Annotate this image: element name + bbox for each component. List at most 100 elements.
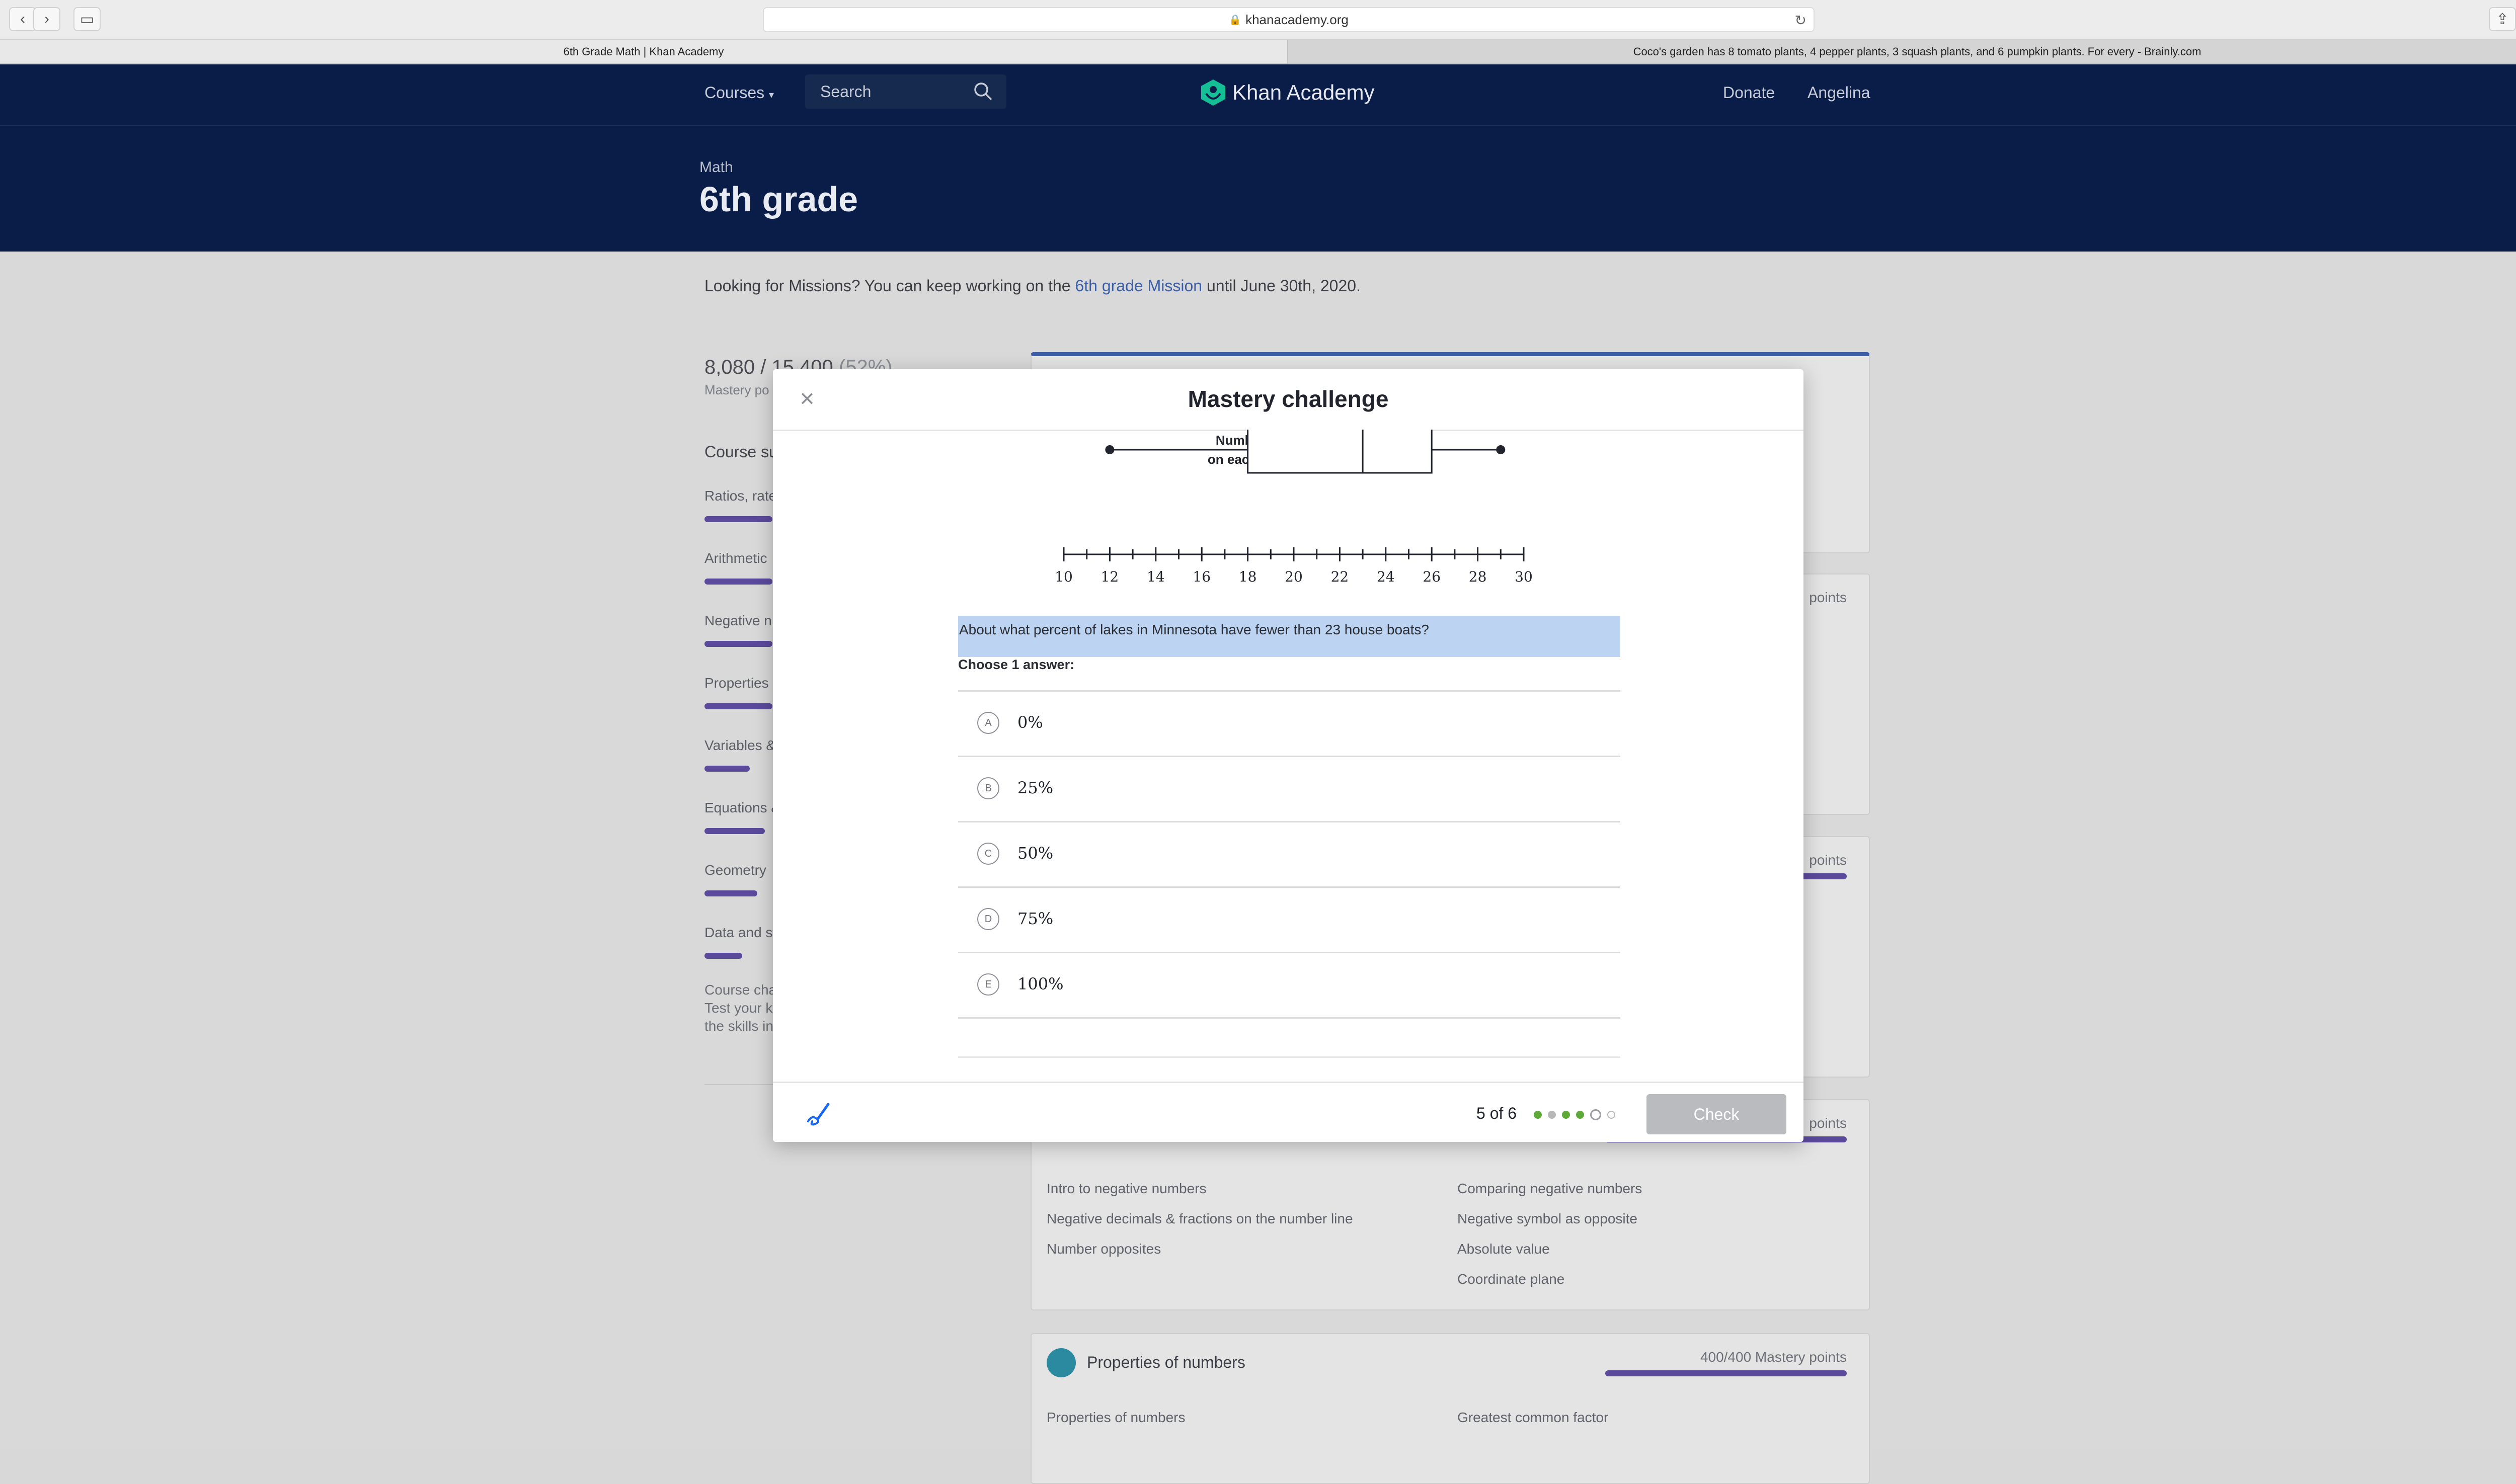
donate-link[interactable]: Donate <box>1723 84 1775 102</box>
unit-progress-bar <box>704 703 772 709</box>
card-points: points <box>1809 590 1847 605</box>
top-nav: Courses ▾ Search Khan Academy Donate Ang… <box>0 64 2516 126</box>
skill-link[interactable]: Absolute value <box>1457 1241 1550 1257</box>
unit-link[interactable]: Equations & <box>704 800 780 816</box>
progress-dot-current <box>1590 1109 1601 1120</box>
choice-letter-c: C <box>977 843 999 865</box>
sidebar-icon[interactable]: ▭ <box>73 7 101 31</box>
khan-logo[interactable]: Khan Academy <box>1200 78 1375 107</box>
tab-bar: 6th Grade Math | Khan Academy Coco's gar… <box>0 40 2516 64</box>
address-bar[interactable]: 🔒 khanacademy.org ↻ <box>763 7 1815 32</box>
answer-choice-c[interactable]: C 50% <box>958 821 1620 886</box>
search-placeholder: Search <box>820 83 872 101</box>
modal-title: Mastery challenge <box>1188 386 1389 412</box>
site-header: Courses ▾ Search Khan Academy Donate Ang… <box>0 64 2516 252</box>
skill-link[interactable]: Number opposites <box>1047 1241 1161 1257</box>
scratchpad-icon[interactable] <box>803 1099 833 1129</box>
check-button[interactable]: Check <box>1646 1094 1786 1134</box>
x-tick-label: 20 <box>1285 568 1303 585</box>
unit-card-properties: Properties of numbers 400/400 Mastery po… <box>1031 1333 1870 1484</box>
tab-brainly[interactable]: Coco's garden has 8 tomato plants, 4 pep… <box>1288 40 2516 63</box>
browser-toolbar: ‹ › ▭ 🔒 khanacademy.org ↻ ⇪ ❐ <box>0 0 2516 40</box>
answer-choice-d[interactable]: D 75% <box>958 886 1620 952</box>
answer-choice-e[interactable]: E 100% <box>958 952 1620 1017</box>
skill-link[interactable]: Negative symbol as opposite <box>1457 1211 1637 1227</box>
progress-dot <box>1534 1111 1542 1119</box>
box-plot-chart: Number of house boats on each lake in Mi… <box>1055 430 1533 585</box>
unit-title[interactable]: Properties of numbers <box>1087 1353 1245 1372</box>
course-challenge[interactable]: Course cha Test your k the skills in <box>704 981 776 1035</box>
unit-link[interactable]: Geometry <box>704 862 766 878</box>
chevron-down-icon: ▾ <box>769 90 774 101</box>
modal-footer: 5 of 6 Check <box>773 1082 1803 1143</box>
unit-link[interactable]: Negative n <box>704 613 772 629</box>
page-title: 6th grade <box>699 180 858 219</box>
modal-header: × Mastery challenge <box>773 369 1803 431</box>
user-menu[interactable]: Angelina <box>1807 84 1870 102</box>
x-tick-label: 14 <box>1147 568 1165 585</box>
unit-progress-bar <box>704 641 772 647</box>
progress-dots <box>1534 1109 1615 1120</box>
choose-label: Choose 1 answer: <box>958 657 1075 672</box>
x-tick-label: 16 <box>1193 568 1211 585</box>
unit-progress-bar <box>704 516 772 522</box>
choice-text: 0% <box>1017 713 1043 732</box>
divider <box>958 1056 1620 1058</box>
progress-dot <box>1548 1111 1556 1119</box>
plot-area: 10 12 14 16 18 20 22 24 26 28 30 <box>1055 430 1533 585</box>
progress-dot <box>1576 1111 1584 1119</box>
answer-choice-a[interactable]: A 0% <box>958 690 1620 756</box>
share-icon[interactable]: ⇪ <box>2489 7 2516 31</box>
tab-khan-academy[interactable]: 6th Grade Math | Khan Academy <box>0 40 1288 63</box>
mastery-challenge-modal: × Mastery challenge Number of house boat… <box>773 369 1803 1142</box>
skill-link[interactable]: Coordinate plane <box>1457 1271 1564 1287</box>
search-input[interactable]: Search <box>805 74 1006 109</box>
mission-link[interactable]: 6th grade Mission <box>1075 277 1202 295</box>
x-tick-label: 28 <box>1469 568 1487 585</box>
divider <box>958 1017 1620 1019</box>
url-text: khanacademy.org <box>1245 12 1349 27</box>
answer-choice-b[interactable]: B 25% <box>958 756 1620 821</box>
progress-text: 5 of 6 <box>1476 1104 1517 1122</box>
max-point <box>1496 445 1506 454</box>
choice-text: 100% <box>1017 974 1064 994</box>
choice-letter-b: B <box>977 777 999 799</box>
search-icon[interactable] <box>973 81 993 102</box>
x-tick-label: 10 <box>1055 568 1073 585</box>
skill-link[interactable]: Greatest common factor <box>1457 1410 1608 1426</box>
x-tick-label: 22 <box>1331 568 1349 585</box>
unit-icon <box>1047 1348 1076 1377</box>
progress-dot <box>1562 1111 1570 1119</box>
lock-icon: 🔒 <box>1229 14 1242 26</box>
unit-link[interactable]: Arithmetic <box>704 550 767 566</box>
mastery-label: Mastery po <box>704 382 769 397</box>
unit-link[interactable]: Variables & <box>704 737 775 754</box>
choice-text: 50% <box>1017 844 1054 863</box>
unit-link[interactable]: Data and st <box>704 925 776 941</box>
x-tick-label: 26 <box>1423 568 1441 585</box>
unit-link[interactable]: Ratios, rate <box>704 488 776 504</box>
skill-link[interactable]: Properties of numbers <box>1047 1410 1185 1426</box>
choice-letter-e: E <box>977 973 999 996</box>
khan-leaf-icon <box>1201 79 1225 106</box>
unit-progress-bar <box>704 828 765 834</box>
unit-progress-bar <box>704 953 742 959</box>
skill-link[interactable]: Negative decimals & fractions on the num… <box>1047 1211 1353 1227</box>
x-tick-label: 24 <box>1377 568 1395 585</box>
courses-menu[interactable]: Courses ▾ <box>704 84 774 102</box>
reload-icon[interactable]: ↻ <box>1795 12 1806 29</box>
skill-link[interactable]: Intro to negative numbers <box>1047 1181 1207 1197</box>
x-tick-label: 18 <box>1239 568 1257 585</box>
unit-link[interactable]: Properties <box>704 675 769 691</box>
iqr-box <box>1247 430 1433 474</box>
forward-icon[interactable]: › <box>33 7 60 31</box>
unit-progress-bar <box>704 579 772 585</box>
course-summary-heading: Course su <box>704 443 778 461</box>
question-text: About what percent of lakes in Minnesota… <box>958 616 1620 657</box>
skill-link[interactable]: Comparing negative numbers <box>1457 1181 1642 1197</box>
course-subject[interactable]: Math <box>699 159 733 176</box>
missions-notice: Looking for Missions? You can keep worki… <box>704 277 1361 295</box>
back-icon[interactable]: ‹ <box>9 7 36 31</box>
x-tick-label: 30 <box>1515 568 1533 585</box>
progress-dot <box>1607 1111 1615 1119</box>
